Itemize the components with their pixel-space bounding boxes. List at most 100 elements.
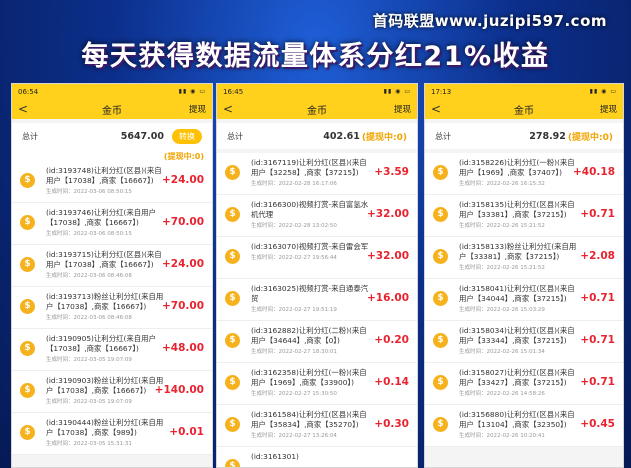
total-value: 5647.00	[120, 130, 164, 142]
page-title: 金币	[307, 105, 327, 117]
coin-icon: $	[20, 341, 35, 356]
coin-icon: $	[433, 333, 448, 348]
row-description: (id:3158034)让利分红(区县)(来自用户【33344】,商家【3721…	[459, 326, 575, 345]
coin-icon: $	[433, 249, 448, 264]
list-item[interactable]: $ (id:3161584)让利分红(区县)(来自用户【35834】,商家【35…	[217, 405, 417, 447]
row-amount: +0.01	[169, 426, 204, 438]
list-item[interactable]: $ (id:3193746)让利分红(来自用户【17038】,商家【16667】…	[12, 203, 212, 245]
list-item[interactable]: $ (id:3190444)粉丝让利分红(来自用户【17038】,商家【989】…	[12, 413, 212, 455]
total-value: 278.92	[529, 130, 566, 142]
row-description: (id:3158133)粉丝让利分红(来自用户【33381】,商家【37215】…	[459, 242, 577, 261]
status-time: 16:45	[223, 87, 244, 96]
row-description: (id:3158135)让利分红(区县)(来自用户【33381】,商家【3721…	[459, 200, 575, 219]
coin-icon: $	[20, 173, 35, 188]
list-item[interactable]: $ (id:3158034)让利分红(区县)(来自用户【33344】,商家【37…	[425, 321, 623, 363]
row-amount: +0.45	[580, 418, 615, 430]
pending-withdraw: (提现中:0)	[567, 132, 613, 143]
coin-icon: $	[225, 291, 240, 306]
coin-icon: $	[433, 417, 448, 432]
row-description: (id:3161584)让利分红(区县)(来自用户【35834】,商家【3527…	[251, 410, 367, 429]
phone-screen-1: 06:54 ▮▮ ◉ ▭ < 金币 提现 总计 5647.00 转换 (提现中:…	[11, 83, 213, 468]
status-icons: ▮▮ ◉ ▭	[178, 88, 206, 95]
total-label: 总计	[227, 131, 243, 141]
coin-icon: $	[20, 257, 35, 272]
row-amount: +140.00	[154, 384, 204, 396]
row-description: (id:3193715)让利分红(区县)(来自用户【17038】,商家【1666…	[46, 250, 162, 269]
transaction-list: $ (id:3193748)让利分红(区县)(来自用户【17038】,商家【16…	[12, 161, 212, 455]
row-amount: +2.08	[580, 250, 615, 262]
row-amount: +24.00	[161, 258, 204, 270]
status-bar: 16:45 ▮▮ ◉ ▭	[217, 84, 417, 99]
row-description: (id:3158027)让利分红(区县)(来自用户【33427】,商家【3721…	[459, 368, 575, 387]
row-description: (id:3193748)让利分红(区县)(来自用户【17038】,商家【1666…	[46, 166, 162, 185]
list-item[interactable]: $ (id:3158226)让利分红(一粉)(来自用户【1969】,商家【374…	[425, 153, 623, 195]
row-description: (id:3190903)粉丝让利分红(来自用户【17038】,商家【16667】…	[46, 376, 164, 395]
list-item[interactable]: $ (id:3167119)让利分红(区县)(来自用户【32258】,商家【37…	[217, 153, 417, 195]
list-item[interactable]: $ (id:3193713)粉丝让利分红(来自用户【17038】,商家【1666…	[12, 287, 212, 329]
list-item[interactable]: $ (id:3158133)粉丝让利分红(来自用户【33381】,商家【3721…	[425, 237, 623, 279]
chevron-left-icon[interactable]: <	[18, 102, 42, 116]
coin-icon: $	[433, 165, 448, 180]
row-description: (id:3190905)让利分红(来自用户【17038】,商家【16667】)	[46, 334, 156, 353]
list-item[interactable]: $ (id:3161301)	[217, 447, 417, 467]
top-bar: < 金币 提现	[12, 99, 212, 119]
total-label: 总计	[22, 131, 38, 141]
transaction-list: $ (id:3158226)让利分红(一粉)(来自用户【1969】,商家【374…	[425, 153, 623, 447]
row-time: 生成时间：2022-02-27 15:30:50	[251, 391, 337, 397]
chevron-left-icon[interactable]: <	[223, 102, 247, 116]
row-time: 生成时间：2022-02-27 19:51:19	[251, 307, 337, 313]
list-item[interactable]: $ (id:3163070)视频打赏-来自雷会军 生成时间：2022-02-27…	[217, 237, 417, 279]
row-time: 生成时间：2022-02-28 16:17:06	[251, 181, 337, 187]
convert-button[interactable]: 转换	[172, 128, 202, 144]
withdraw-button[interactable]: 提现	[593, 103, 617, 115]
list-item[interactable]: $ (id:3156880)让利分红(区县)(来自用户【13104】,商家【32…	[425, 405, 623, 447]
status-time: 06:54	[18, 87, 39, 96]
list-item[interactable]: $ (id:3190905)让利分红(来自用户【17038】,商家【16667】…	[12, 329, 212, 371]
row-time: 生成时间：2022-02-26 15:21:52	[459, 265, 545, 271]
list-item[interactable]: $ (id:3193715)让利分红(区县)(来自用户【17038】,商家【16…	[12, 245, 212, 287]
list-item[interactable]: $ (id:3158135)让利分红(区县)(来自用户【33381】,商家【37…	[425, 195, 623, 237]
row-time: 生成时间：2022-03-06 08:50:15	[46, 231, 132, 237]
list-item[interactable]: $ (id:3166300)视频打赏-来自富氢水机代理 生成时间：2022-02…	[217, 195, 417, 237]
row-description: (id:3158041)让利分红(区县)(来自用户【34044】,商家【3721…	[459, 284, 575, 303]
coin-icon: $	[20, 215, 35, 230]
page-title: 金币	[102, 105, 122, 117]
row-amount: +3.59	[374, 166, 409, 178]
row-amount: +70.00	[161, 216, 204, 228]
list-item[interactable]: $ (id:3158027)让利分红(区县)(来自用户【33427】,商家【37…	[425, 363, 623, 405]
chevron-left-icon[interactable]: <	[431, 102, 455, 116]
row-amount: +0.20	[374, 334, 409, 346]
coin-icon: $	[433, 375, 448, 390]
transaction-list: $ (id:3167119)让利分红(区县)(来自用户【32258】,商家【37…	[217, 153, 417, 467]
list-item[interactable]: $ (id:3163025)视频打赏-来自通泰汽贸 生成时间：2022-02-2…	[217, 279, 417, 321]
coin-icon: $	[20, 383, 35, 398]
list-item[interactable]: $ (id:3193748)让利分红(区县)(来自用户【17038】,商家【16…	[12, 161, 212, 203]
list-item[interactable]: $ (id:3190903)粉丝让利分红(来自用户【17038】,商家【1666…	[12, 371, 212, 413]
withdraw-button[interactable]: 提现	[387, 103, 411, 115]
coin-icon: $	[20, 425, 35, 440]
row-amount: +48.00	[161, 342, 204, 354]
summary-bar: 总计 278.92 (提现中:0)	[425, 123, 623, 149]
status-bar: 17:13 ▮▮ ◉ ▭	[425, 84, 623, 99]
row-time: 生成时间：2022-02-26 14:58:26	[459, 391, 545, 397]
row-description: (id:3162358)让利分红(一粉)(来自用户【1969】,商家【33900…	[251, 368, 367, 387]
row-amount: +0.71	[580, 208, 615, 220]
row-time: 生成时间：2022-02-27 18:30:01	[251, 349, 337, 355]
summary-bar: 总计 5647.00 转换	[12, 123, 212, 149]
row-description: (id:3161301)	[251, 452, 299, 461]
coin-icon: $	[20, 299, 35, 314]
row-description: (id:3163025)视频打赏-来自通泰汽贸	[251, 284, 369, 303]
row-description: (id:3190444)粉丝让利分红(来自用户【17038】,商家【989】)	[46, 418, 164, 437]
total-label: 总计	[435, 131, 451, 141]
coin-icon: $	[225, 375, 240, 390]
row-description: (id:3158226)让利分红(一粉)(来自用户【1969】,商家【37407…	[459, 158, 575, 177]
list-item[interactable]: $ (id:3162882)让利分红(二粉)(来自用户【34644】,商家【0】…	[217, 321, 417, 363]
coin-icon: $	[225, 333, 240, 348]
list-item[interactable]: $ (id:3158041)让利分红(区县)(来自用户【34044】,商家【37…	[425, 279, 623, 321]
list-item[interactable]: $ (id:3162358)让利分红(一粉)(来自用户【1969】,商家【339…	[217, 363, 417, 405]
row-amount: +0.71	[580, 292, 615, 304]
row-description: (id:3193746)让利分红(来自用户【17038】,商家【16667】)	[46, 208, 156, 227]
row-amount: +0.71	[580, 334, 615, 346]
withdraw-button[interactable]: 提现	[182, 103, 206, 115]
coin-icon: $	[225, 417, 240, 432]
